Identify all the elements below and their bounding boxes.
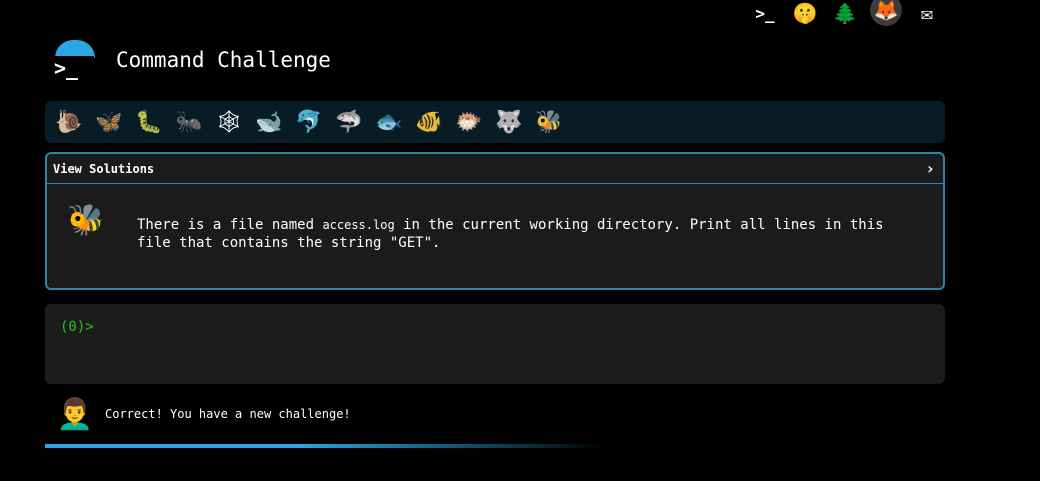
caterpillar-icon[interactable]: 🐛: [131, 106, 167, 138]
snail-icon[interactable]: 🐌: [51, 106, 87, 138]
wolf-icon[interactable]: 🐺: [491, 106, 527, 138]
status-text: Correct! You have a new challenge!: [105, 407, 351, 421]
gitlab-icon[interactable]: 🦊: [870, 0, 902, 26]
mail-icon[interactable]: ✉: [912, 0, 942, 26]
progress-line: [45, 444, 605, 448]
whale-icon[interactable]: 🐋: [251, 106, 287, 138]
avatar: 👨‍🦱: [56, 396, 94, 432]
tree-icon[interactable]: 🌲: [830, 0, 860, 26]
bee-icon: 🐝: [67, 202, 105, 238]
tropical-fish-icon[interactable]: 🐠: [411, 106, 447, 138]
butterfly-icon[interactable]: 🦋: [91, 106, 127, 138]
challenge-description: There is a file named access.log in the …: [137, 216, 917, 252]
chevron-right-icon: ›: [925, 159, 935, 178]
challenge-filename: access.log: [322, 218, 395, 232]
spider-web-icon[interactable]: 🕸: [211, 106, 247, 138]
challenge-text-start: There is a file named: [137, 217, 323, 233]
status-message: 👨‍🦱 Correct! You have a new challenge!: [56, 394, 351, 434]
blowfish-icon[interactable]: 🐡: [451, 106, 487, 138]
logo[interactable]: >_: [52, 40, 96, 80]
top-icon-bar: >_ 🤫 🌲 🦊 ✉: [750, 0, 942, 26]
logo-prompt-icon: >_: [54, 56, 94, 80]
challenge-progress-bar: 🐌 🦋 🐛 🐜 🕸 🐋 🐬 🦈 🐟 🐠 🐡 🐺 🐝: [45, 101, 945, 143]
view-solutions-toggle[interactable]: View Solutions ›: [47, 154, 943, 184]
page-title: Command Challenge: [116, 48, 331, 72]
terminal-prompt: (0)>: [60, 319, 94, 335]
bee-icon[interactable]: 🐝: [531, 106, 567, 138]
challenge-body: 🐝 There is a file named access.log in th…: [47, 184, 943, 268]
header: >_ Command Challenge: [52, 40, 331, 80]
terminal-input[interactable]: (0)>: [45, 304, 945, 384]
dolphin-icon[interactable]: 🐬: [291, 106, 327, 138]
view-solutions-label: View Solutions: [53, 161, 155, 176]
challenge-panel: View Solutions › 🐝 There is a file named…: [45, 152, 945, 290]
terminal-icon[interactable]: >_: [750, 0, 780, 26]
fish-icon[interactable]: 🐟: [371, 106, 407, 138]
shark-icon[interactable]: 🦈: [331, 106, 367, 138]
ant-icon[interactable]: 🐜: [171, 106, 207, 138]
shush-face-icon[interactable]: 🤫: [790, 0, 820, 26]
